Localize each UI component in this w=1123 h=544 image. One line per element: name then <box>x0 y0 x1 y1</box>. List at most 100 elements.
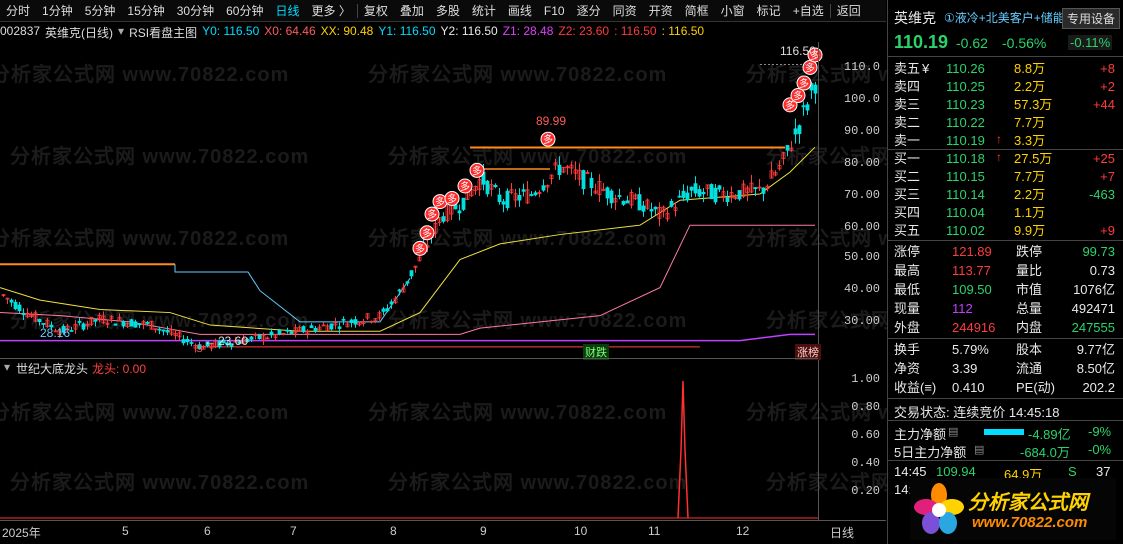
quote-panel: 英维克 ①液冷+北美客户+储能 R 专用设备 110.19 -0.62 -0.5… <box>887 0 1123 544</box>
lower-indicator-value: 龙头: 0.00 <box>92 362 147 376</box>
date-axis: 2025年 5 6 7 8 9 10 11 12 日线 <box>0 520 886 544</box>
candle-body <box>617 195 622 197</box>
candle-body <box>697 189 702 197</box>
flow5-value: -684.0万 <box>1020 445 1070 460</box>
ask-row[interactable]: 卖五 ¥110.26 8.8万 +8 <box>894 60 1115 78</box>
stat-label: 净资 <box>894 361 921 376</box>
stat-label: 内盘 <box>1016 320 1043 335</box>
stat-value: 9.77亿 <box>1076 342 1115 357</box>
candle-body <box>157 328 162 331</box>
candle-body <box>801 105 806 108</box>
candle-body <box>341 318 346 321</box>
candle-body <box>249 336 254 340</box>
bid-row[interactable]: 买五 110.02 9.9万 +9 <box>894 222 1115 240</box>
candle-body <box>133 321 138 328</box>
trade-status: 交易状态: 连续竞价 14:45:18 <box>894 405 1060 420</box>
indicator-axis: 1.00 0.80 0.60 0.40 0.20 <box>818 358 886 520</box>
stat-label: 总量 <box>1016 301 1043 316</box>
stat-label: 股本 <box>1016 342 1043 357</box>
price-tick: 80.00 <box>843 156 880 170</box>
ask-row[interactable]: 卖一 110.19 3.3万 <box>894 132 1115 150</box>
candle-body <box>397 289 402 292</box>
candle-body <box>9 299 14 303</box>
kline-chart[interactable]: 多多多多 多多多多多多多多多 <box>0 0 886 544</box>
indicator-tick: 0.60 <box>851 428 880 442</box>
bid-row[interactable]: 买一 110.18 27.5万 +25 <box>894 150 1115 168</box>
ask-label: 卖一 <box>894 133 921 148</box>
candle-body <box>77 321 82 323</box>
sector-badge[interactable]: 专用设备 <box>1062 8 1121 29</box>
concept-tags[interactable]: ①液冷+北美客户+储能 <box>944 9 1065 26</box>
stat-value: 112 <box>952 301 973 316</box>
period-label[interactable]: 日线 <box>830 524 854 541</box>
duo-signal-label: 多 <box>805 61 815 74</box>
price-tick: 100.0 <box>843 92 880 106</box>
bid-label: 买五 <box>894 223 921 238</box>
candle-body <box>669 200 674 207</box>
main-flow-value: -4.89亿 <box>1028 427 1071 442</box>
ask-change: +8 <box>1100 61 1115 76</box>
bid-row[interactable]: 买四 110.04 1.1万 <box>894 204 1115 222</box>
ask-label: 卖五 <box>894 61 921 76</box>
candle-body <box>641 205 646 212</box>
candle-body <box>737 190 742 200</box>
ask-volume: 2.2万 <box>1014 79 1046 94</box>
duo-signal-label: 多 <box>793 90 803 103</box>
candle-body <box>69 330 74 332</box>
price-change-pct: -0.56% <box>1002 35 1047 51</box>
bid-change: +9 <box>1100 223 1115 238</box>
stat-value: 0.410 <box>952 380 985 395</box>
low-price-label-1: 28.16 <box>40 326 71 340</box>
candle-body <box>21 312 26 316</box>
stat-value: 244916 <box>952 320 996 335</box>
up-arrow-icon: ↑ <box>996 150 1002 164</box>
candle-body <box>517 195 522 201</box>
candle-body <box>461 197 466 210</box>
candle-body <box>761 187 766 194</box>
ask-row[interactable]: 卖二 110.22 7.7万 <box>894 114 1115 132</box>
candle-body <box>257 334 262 340</box>
stat-label: 量比 <box>1016 263 1043 278</box>
date-tick: 6 <box>204 524 211 538</box>
bid-label: 买三 <box>894 187 921 202</box>
candle-body <box>185 338 190 343</box>
stat-label: 最低 <box>894 282 921 297</box>
candle-body <box>709 184 714 200</box>
flow-detail-icon[interactable]: ▤ <box>948 425 958 438</box>
candle-body <box>441 216 446 222</box>
price-tick: 70.00 <box>843 188 880 202</box>
candle-body <box>457 210 462 214</box>
price-tick: 90.00 <box>843 124 880 138</box>
ask-row[interactable]: 卖四 110.25 2.2万 +2 <box>894 78 1115 96</box>
candle-body <box>37 318 42 322</box>
candle-body <box>145 321 150 324</box>
bid-row[interactable]: 买三 110.14 2.2万 -463 <box>894 186 1115 204</box>
candle-body <box>713 187 718 203</box>
peak-price-label: 89.99 <box>536 114 567 128</box>
candle-body <box>793 128 798 135</box>
ask-label: 卖二 <box>894 115 921 130</box>
bid-volume: 9.9万 <box>1014 223 1046 238</box>
candle-body <box>181 339 186 344</box>
stat-label: 涨停 <box>894 244 921 259</box>
flow5-detail-icon[interactable]: ▤ <box>974 443 984 456</box>
ask-price: 110.22 <box>946 115 985 130</box>
candle-body <box>581 170 586 190</box>
bid-row[interactable]: 买二 110.15 7.7万 +7 <box>894 168 1115 186</box>
lower-menu-icon[interactable]: ▾ <box>4 360 10 374</box>
indicator-tick: 1.00 <box>851 372 880 386</box>
price-tick: 60.00 <box>843 220 880 234</box>
candle-body <box>541 185 546 191</box>
site-logo: 分析家公式网 www.70822.com <box>910 478 1116 540</box>
date-tick: 5 <box>122 524 129 538</box>
bid-price: 110.02 <box>946 223 985 238</box>
duo-signal-label: 多 <box>415 242 425 255</box>
ask-row[interactable]: 卖三 110.23 57.3万 +44 <box>894 96 1115 114</box>
stat-value: 99.73 <box>1082 244 1115 259</box>
candle-body <box>501 201 506 205</box>
lower-indicator-title[interactable]: 世纪大底龙头 <box>16 360 88 377</box>
candle-body <box>677 195 682 198</box>
candle-body <box>681 190 686 198</box>
date-tick: 12 <box>736 524 750 538</box>
current-price: 110.19 <box>894 32 949 52</box>
